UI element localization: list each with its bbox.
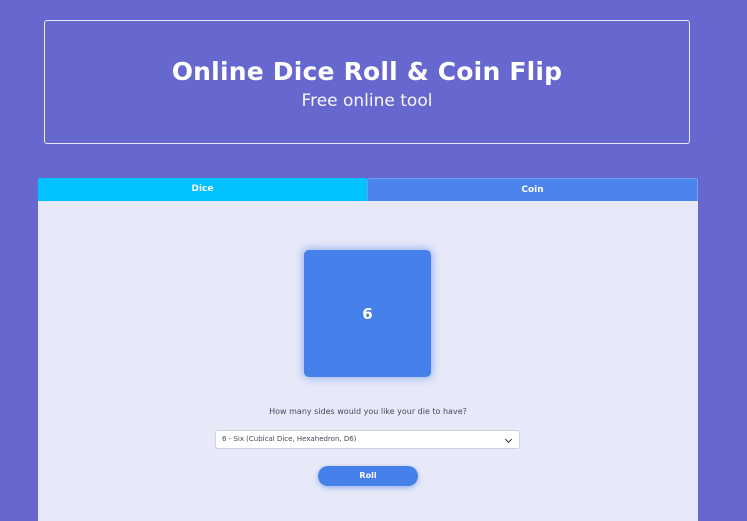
sides-select[interactable]: 6 - Six (Cubical Dice, Hexahedron, D6) — [215, 430, 520, 449]
tab-coin[interactable]: Coin — [367, 178, 698, 201]
page-subtitle: Free online tool — [301, 91, 433, 111]
die-result-value: 6 — [362, 304, 373, 323]
tab-bar: Dice Coin — [38, 178, 698, 201]
die-result: 6 — [304, 250, 431, 377]
roll-button[interactable]: Roll — [318, 466, 418, 486]
chevron-down-icon — [504, 435, 513, 444]
header-banner: Online Dice Roll & Coin Flip Free online… — [44, 20, 690, 144]
tab-dice[interactable]: Dice — [38, 178, 367, 201]
sides-question-label: How many sides would you like your die t… — [269, 407, 467, 416]
dice-panel: 6 How many sides would you like your die… — [38, 201, 698, 521]
sides-select-value: 6 - Six (Cubical Dice, Hexahedron, D6) — [222, 435, 357, 443]
page-title: Online Dice Roll & Coin Flip — [171, 57, 563, 86]
